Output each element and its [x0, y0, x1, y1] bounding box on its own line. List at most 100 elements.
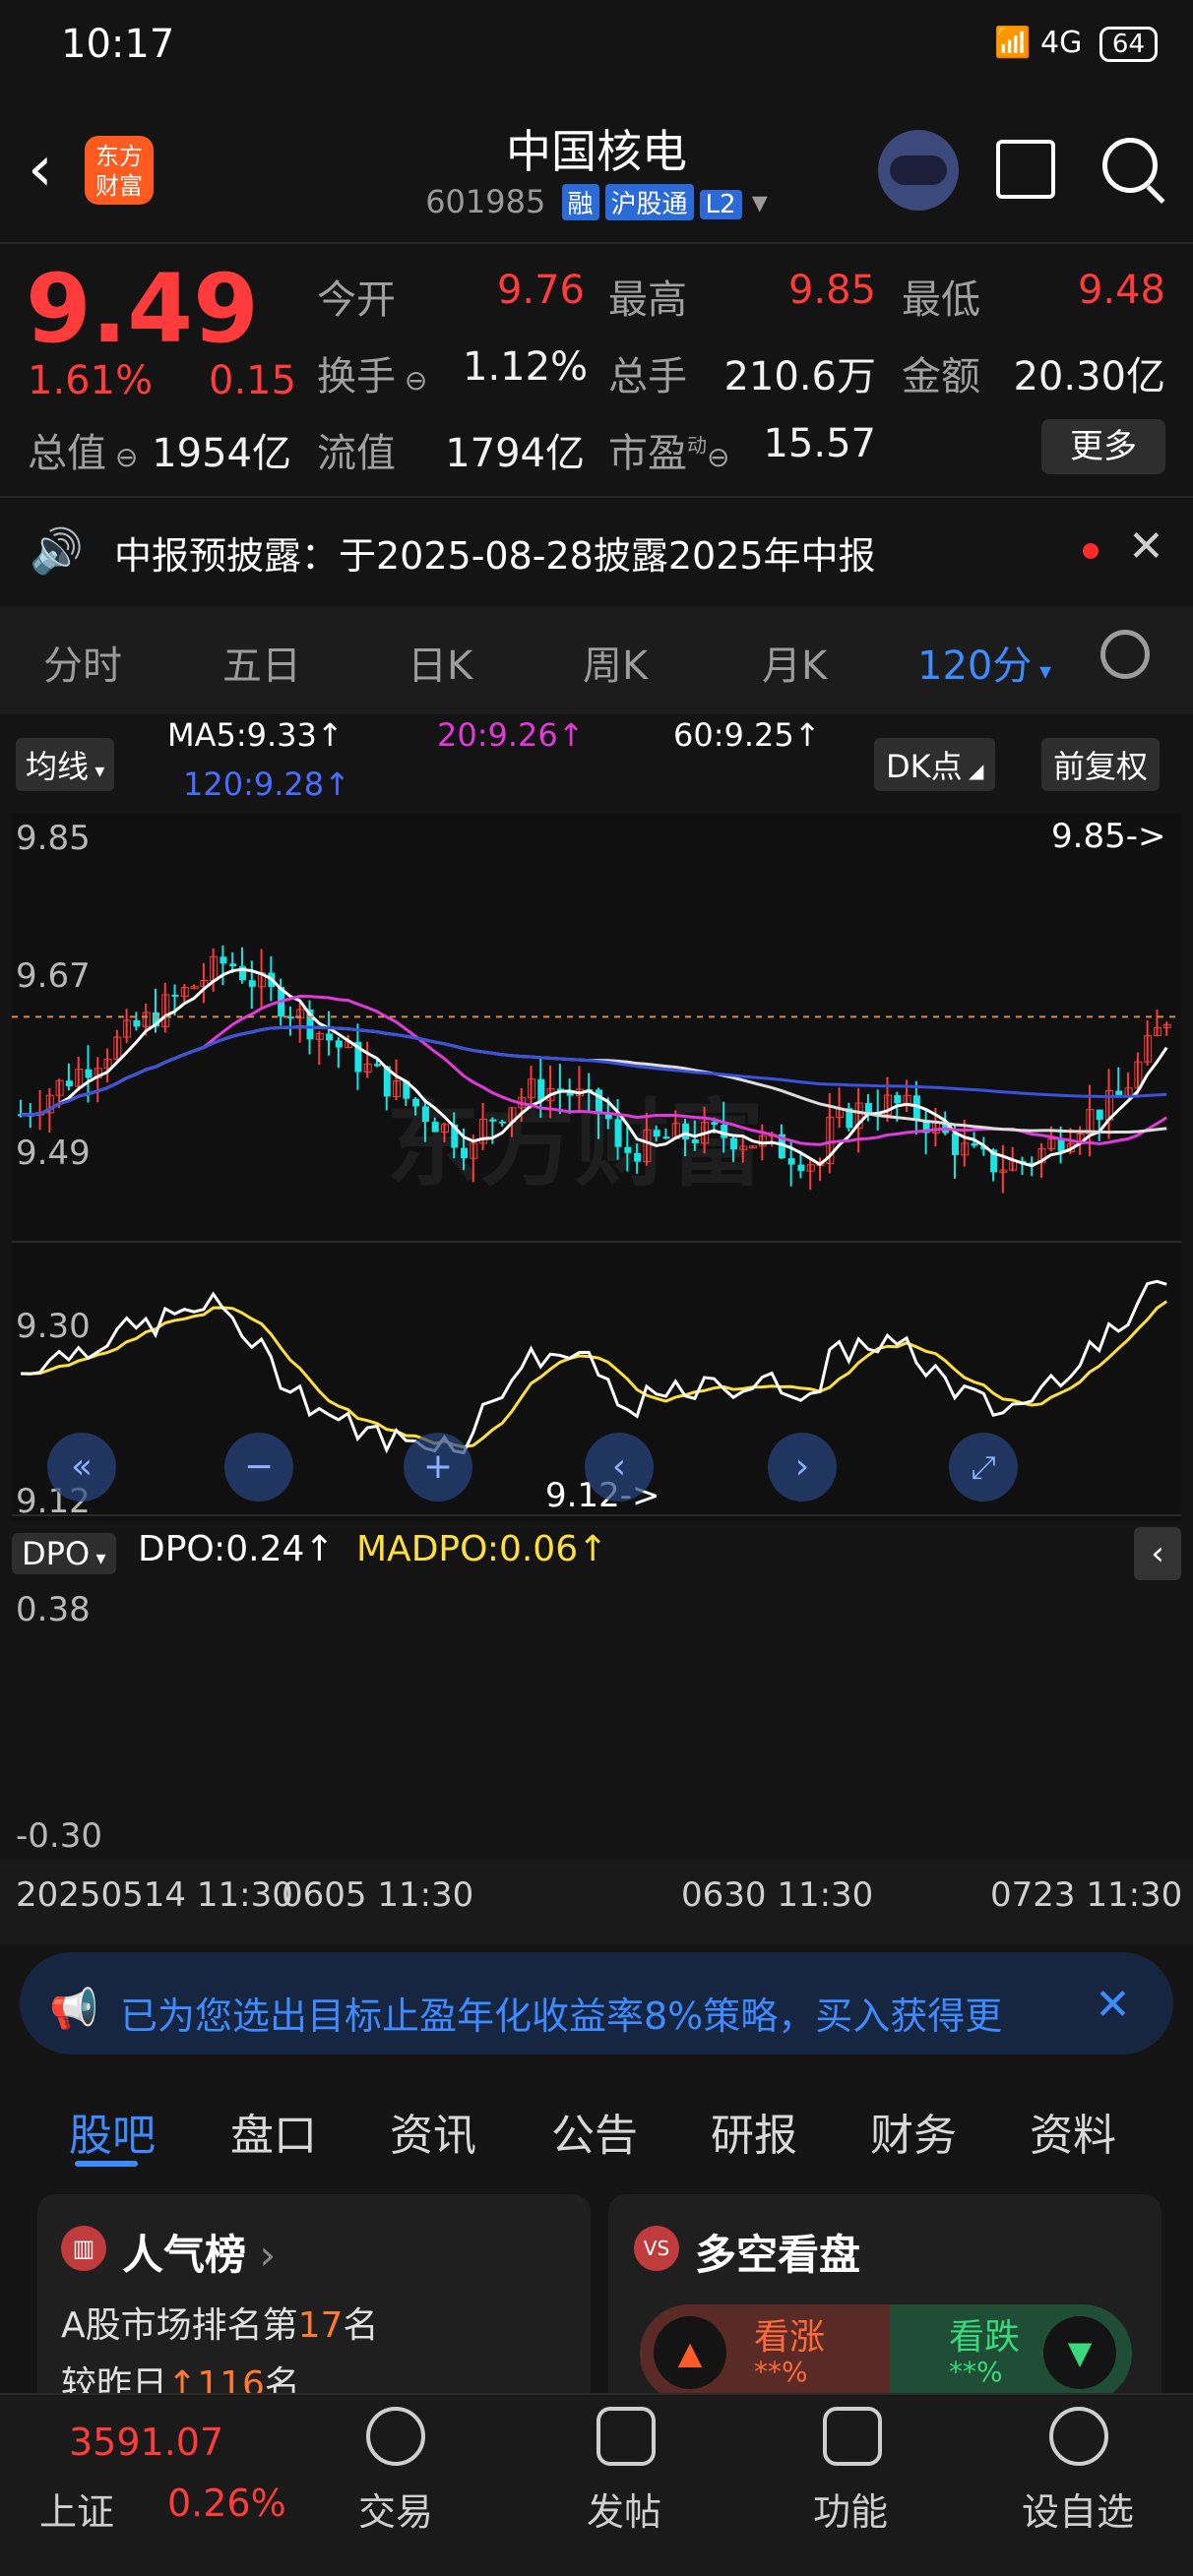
label-pe[interactable]: 市盈动⊖	[608, 421, 729, 478]
tab-news[interactable]: 资讯	[390, 2100, 476, 2163]
report-notice[interactable]: 中报预披露：于2025-08-28披露2025年中报	[114, 525, 876, 580]
value-pe: 15.57	[763, 421, 876, 466]
triangle-down-icon[interactable]: ▼	[1043, 2316, 1116, 2389]
zoom-out-icon[interactable]: −	[224, 1433, 293, 1502]
nav-post[interactable]: 发帖	[587, 2482, 661, 2536]
candle-body	[326, 1033, 334, 1041]
vs-icon: VS	[634, 2226, 679, 2271]
nav-functions[interactable]: 功能	[813, 2482, 888, 2536]
trade-icon[interactable]	[366, 2407, 425, 2466]
tab-weekly-k[interactable]: 周K	[583, 634, 648, 691]
adjust-button[interactable]: 前复权	[1041, 738, 1161, 791]
candle-body	[229, 963, 237, 967]
chevron-down-icon: ▾	[751, 183, 768, 220]
change-amount: 0.15	[209, 358, 297, 403]
assistant-robot-icon[interactable]	[878, 130, 959, 211]
tab-monthly-k[interactable]: 月K	[762, 634, 827, 691]
tab-intraday[interactable]: 分时	[43, 634, 122, 691]
candle-body	[421, 1106, 429, 1123]
y-tick-label: 9.67	[16, 956, 91, 996]
label-open: 今开	[317, 277, 396, 323]
network-type: 4G	[1040, 26, 1083, 60]
more-dots-icon[interactable]	[1049, 2407, 1108, 2466]
tab-profile[interactable]: 资料	[1030, 2100, 1116, 2163]
triangle-up-icon[interactable]: ▲	[654, 2316, 726, 2389]
popularity-title[interactable]: 人气榜 ›	[122, 2222, 276, 2282]
share-icon[interactable]	[996, 140, 1055, 199]
more-button[interactable]: 更多	[1041, 419, 1165, 474]
step-left-icon[interactable]: ‹	[585, 1433, 654, 1502]
dk-point-button[interactable]: DK点 ◢	[874, 738, 996, 791]
tab-announcements[interactable]: 公告	[551, 2100, 638, 2163]
value-high: 9.85	[787, 268, 876, 313]
label-float-cap: 流值	[317, 431, 396, 476]
ranking-icon: ▥	[61, 2226, 106, 2271]
tab-five-day[interactable]: 五日	[222, 634, 301, 691]
divider	[0, 496, 1193, 498]
collapse-panel-icon[interactable]: ‹	[1134, 1527, 1181, 1580]
candle-body	[729, 1137, 737, 1150]
candle-body	[85, 1069, 93, 1078]
close-icon[interactable]: ✕	[1128, 521, 1164, 572]
y-tick-label: 9.30	[16, 1307, 91, 1346]
value-open: 9.76	[496, 268, 585, 313]
fullscreen-icon[interactable]: ⤢	[949, 1433, 1018, 1502]
index-percent[interactable]: 0.26%	[167, 2482, 286, 2525]
post-icon[interactable]	[596, 2407, 656, 2466]
close-icon[interactable]: ✕	[1095, 1980, 1131, 2030]
nav-trade[interactable]: 交易	[358, 2482, 433, 2536]
tag-level2: L2	[699, 190, 742, 219]
label-high: 最高	[608, 277, 687, 323]
candle-body	[721, 1124, 728, 1138]
candle-body	[864, 1103, 872, 1114]
indicator-selector[interactable]: DPO ▾	[12, 1533, 116, 1574]
candle-body	[335, 1040, 343, 1048]
x-tick-label: 0630 11:30	[681, 1875, 874, 1915]
ma-selector[interactable]: 均线 ▾	[16, 738, 115, 791]
ma5-value: MA5:9.33↑	[167, 716, 344, 754]
candle-body	[894, 1095, 902, 1104]
label-market-cap[interactable]: 总值 ⊖	[28, 421, 138, 478]
candle-body	[133, 1019, 141, 1027]
zoom-in-icon[interactable]: +	[404, 1433, 472, 1502]
grid-icon[interactable]	[823, 2407, 882, 2466]
candle-body	[624, 1146, 632, 1153]
x-tick-label: 20250514 11:30	[16, 1875, 293, 1915]
candle-body	[614, 1119, 622, 1147]
step-right-icon[interactable]: ›	[768, 1433, 837, 1502]
index-value[interactable]: 3591.07	[69, 2421, 223, 2464]
bull-bear-title: 多空看盘	[695, 2231, 861, 2279]
megaphone-icon: 📢	[49, 1987, 98, 2032]
value-amount: 20.30亿	[1013, 354, 1165, 399]
index-name[interactable]: 上证	[39, 2482, 114, 2536]
bearish-percent: **%	[949, 2356, 1003, 2388]
value-market-cap: 1954亿	[152, 431, 291, 476]
candle-body	[1096, 1109, 1103, 1121]
candle-body	[499, 1121, 507, 1124]
divider	[0, 242, 1193, 244]
kline-chart[interactable]: 东方财富	[12, 813, 1181, 1521]
promo-text[interactable]: 已为您选出目标止盈年化收益率8%策略，买入获得更	[120, 1986, 1075, 2040]
candle-body	[171, 994, 179, 997]
candle-body	[951, 1133, 959, 1155]
candle-body	[431, 1122, 439, 1133]
tab-120min[interactable]: 120分 ▾	[917, 634, 1051, 691]
label-turnover[interactable]: 换手 ⊖	[317, 344, 427, 401]
tab-orderbook[interactable]: 盘口	[230, 2100, 317, 2163]
candle-body	[787, 1158, 795, 1165]
wifi-icon: 📶	[994, 26, 1032, 60]
search-icon[interactable]	[1102, 138, 1158, 193]
scroll-left-icon[interactable]: «	[47, 1433, 116, 1502]
tag-margin: 融	[561, 184, 599, 220]
candle-body	[662, 1136, 670, 1139]
gear-icon[interactable]	[1100, 630, 1150, 679]
tab-forum[interactable]: 股吧	[69, 2100, 156, 2163]
x-tick-label: 0723 11:30	[990, 1875, 1183, 1915]
nav-add-watchlist[interactable]: 设自选	[1022, 2482, 1134, 2536]
tab-daily-k[interactable]: 日K	[408, 634, 472, 691]
tag-connect: 沪股通	[604, 184, 694, 220]
tab-finance[interactable]: 财务	[870, 2100, 957, 2163]
candle-body	[489, 1119, 497, 1122]
candle-body	[412, 1098, 420, 1107]
tab-research[interactable]: 研报	[711, 2100, 797, 2163]
